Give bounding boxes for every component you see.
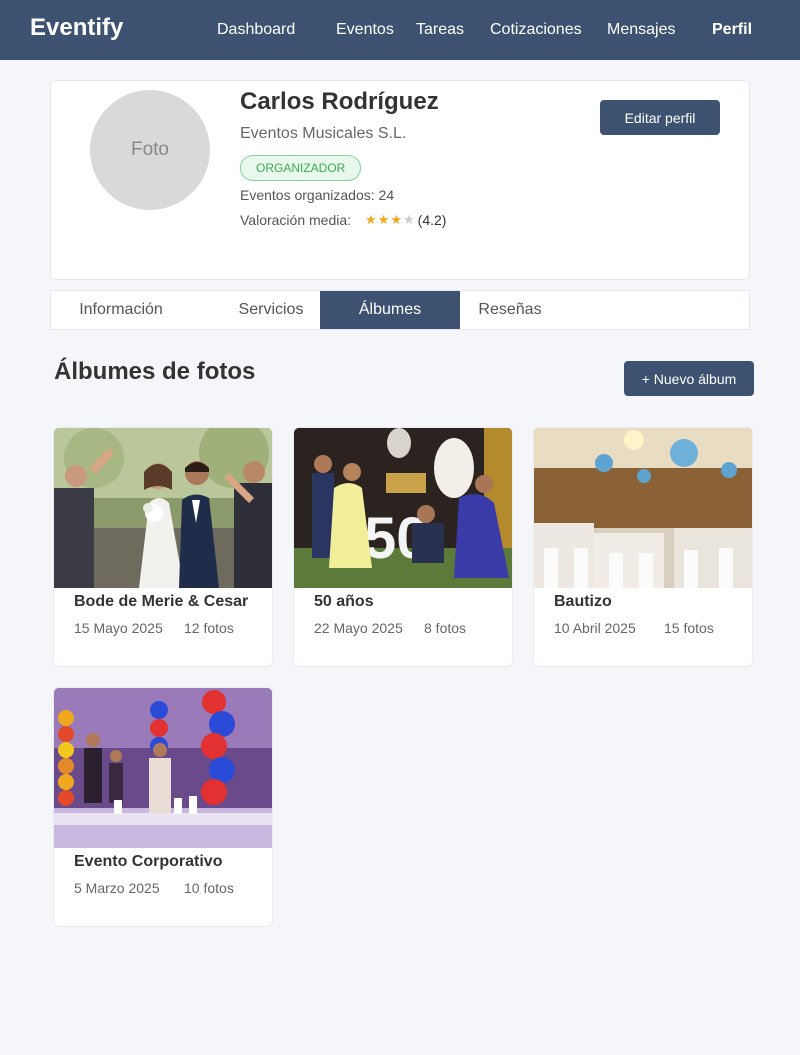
events-organized: Eventos organizados: 24 — [240, 187, 395, 203]
profile-name: Carlos Rodríguez — [240, 88, 439, 115]
profile-card: Foto Carlos Rodríguez Eventos Musicales … — [50, 80, 750, 280]
nav-link-mensajes[interactable]: Mensajes — [607, 21, 675, 39]
rating-value: (4.2) — [417, 212, 447, 228]
album-card[interactable]: Bode de Merie & Cesar 15 Mayo 2025 12 fo… — [53, 427, 273, 667]
star-icon: ★ — [365, 212, 378, 227]
album-date: 10 Abril 2025 — [554, 620, 636, 636]
album-cover-image — [54, 688, 272, 848]
album-photo-count: 8 fotos — [424, 620, 467, 636]
album-card[interactable]: Evento Corporativo 5 Marzo 2025 10 fotos — [53, 687, 273, 927]
nav-link-cotizaciones[interactable]: Cotizaciones — [490, 21, 582, 39]
album-title: Evento Corporativo — [74, 853, 223, 870]
album-cover-image: 50 — [294, 428, 512, 588]
rating-stars: ★★★★ — [365, 212, 416, 228]
album-photo-count: 12 fotos — [184, 620, 234, 636]
album-title: Bode de Merie & Cesar — [74, 593, 249, 610]
avatar-placeholder-label: Foto — [130, 139, 170, 160]
profile-company: Eventos Musicales S.L. — [240, 125, 407, 142]
avatar: Foto — [90, 90, 210, 210]
album-date: 22 Mayo 2025 — [314, 620, 403, 636]
album-cover-image — [54, 428, 272, 588]
album-card[interactable]: 50 50 años 22 Mayo 2025 8 fotos — [293, 427, 513, 667]
tab-resenas[interactable]: Reseñas — [440, 291, 580, 329]
album-photo-count: 15 fotos — [664, 620, 714, 636]
nav-link-dashboard[interactable]: Dashboard — [217, 21, 295, 39]
section-title: Álbumes de fotos — [54, 358, 256, 385]
album-title: Bautizo — [554, 593, 612, 610]
album-date: 5 Marzo 2025 — [74, 880, 160, 896]
album-title: 50 años — [314, 593, 374, 610]
new-album-button[interactable]: + Nuevo álbum — [624, 361, 754, 396]
album-date: 15 Mayo 2025 — [74, 620, 163, 636]
role-badge: ORGANIZADOR — [240, 155, 362, 181]
nav-link-perfil[interactable]: Perfil — [712, 21, 752, 39]
nav-link-tareas[interactable]: Tareas — [416, 21, 464, 39]
album-cover-image — [534, 428, 752, 588]
star-icon: ★ — [390, 212, 403, 227]
tab-informacion[interactable]: Información — [51, 291, 191, 329]
tab-albumes[interactable]: Álbumes — [320, 291, 460, 329]
rating-row: Valoración media: ★★★★ (4.2) — [240, 212, 446, 228]
nav-link-eventos[interactable]: Eventos — [336, 21, 394, 39]
edit-profile-button[interactable]: Editar perfil — [600, 100, 720, 135]
profile-tabs: Información Servicios Álbumes Reseñas — [50, 290, 750, 330]
top-navbar: Eventify Dashboard Eventos Tareas Cotiza… — [0, 0, 800, 60]
album-photo-count: 10 fotos — [184, 880, 234, 896]
brand-logo[interactable]: Eventify — [30, 14, 123, 42]
album-card[interactable]: Bautizo 10 Abril 2025 15 fotos — [533, 427, 753, 667]
star-icon: ★ — [377, 212, 391, 227]
star-icon: ★ — [403, 212, 416, 227]
rating-label: Valoración media: — [240, 212, 352, 228]
